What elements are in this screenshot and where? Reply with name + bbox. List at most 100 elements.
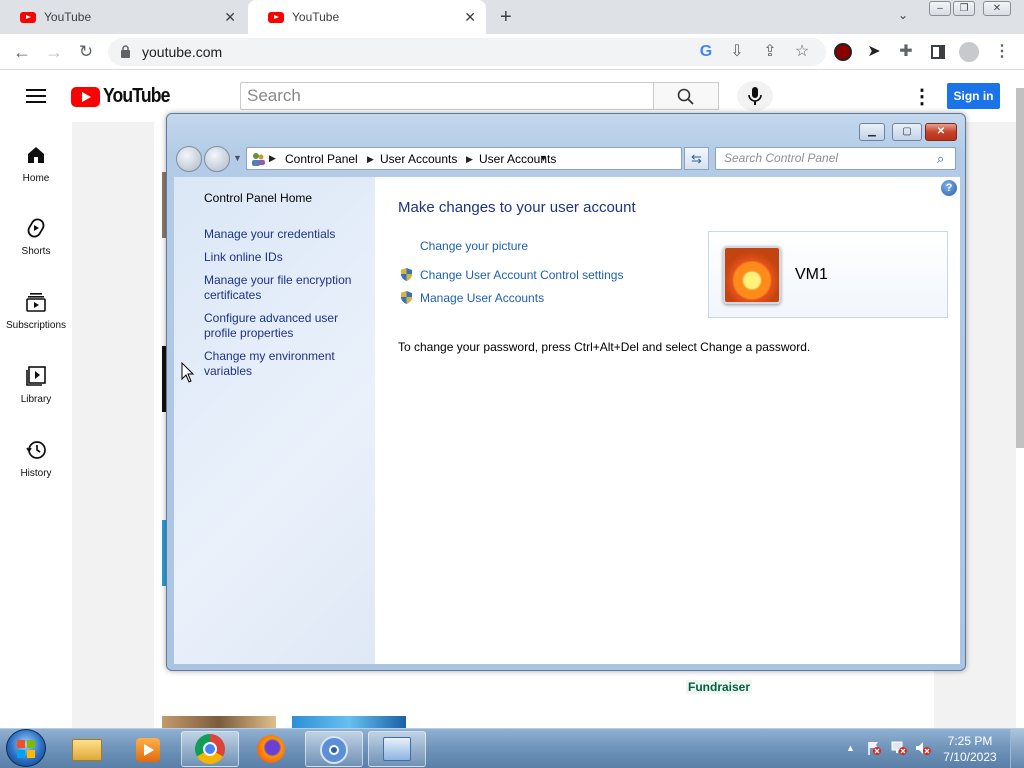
cp-maximize-button[interactable]: ▢ [892, 123, 922, 141]
browser-tab-1[interactable]: YouTube ✕ [0, 0, 246, 34]
uac-shield-icon [401, 268, 412, 281]
change-picture-link[interactable]: Change your picture [420, 239, 528, 253]
extension-record-icon[interactable] [834, 43, 852, 61]
refresh-icon[interactable]: ⇆ [684, 147, 709, 170]
cp-minimize-button[interactable]: ▁ [859, 123, 885, 141]
install-icon[interactable]: ⇩ [727, 42, 747, 62]
close-tab-icon[interactable]: ✕ [464, 9, 476, 26]
voice-search-button[interactable] [737, 81, 773, 111]
shorts-icon [27, 218, 45, 238]
environment-variables-link[interactable]: Change my environment variables [204, 349, 354, 379]
breadcrumb-user-accounts[interactable]: User Accounts [380, 152, 457, 166]
url-text[interactable]: youtube.com [142, 44, 222, 60]
sidebar-item-label: Home [22, 173, 50, 184]
back-arrow-icon[interactable]: ← [12, 42, 32, 62]
youtube-search-input[interactable]: Search [240, 82, 654, 110]
library-icon [26, 366, 46, 386]
search-icon[interactable]: ⌕ [937, 151, 944, 167]
uac-settings-link[interactable]: Change User Account Control settings [420, 268, 623, 282]
network-icon[interactable] [890, 740, 908, 756]
video-thumbnail[interactable] [162, 716, 276, 728]
sidebar-item-label: History [20, 468, 52, 479]
clock-date: 7/10/2023 [943, 750, 997, 764]
show-desktop-button[interactable] [1010, 729, 1024, 768]
tab-search-chevron-icon[interactable]: ⌄ [898, 8, 908, 22]
tab-title: YouTube [292, 10, 340, 24]
youtube-favicon-icon [268, 11, 284, 23]
taskbar-clock[interactable]: 7:25 PM 7/10/2023 [936, 733, 1004, 765]
page-title: Make changes to your user account [398, 199, 636, 216]
cp-search-input[interactable]: Search Control Panel [715, 147, 956, 170]
breadcrumb-arrow-icon: ▶ [269, 153, 276, 163]
taskbar-firefox[interactable] [243, 731, 301, 767]
share-icon[interactable]: ⇪ [760, 42, 780, 62]
hamburger-menu-icon[interactable] [26, 88, 46, 104]
recent-pages-chevron-icon[interactable]: ▼ [233, 153, 242, 163]
sidebar-item-shorts[interactable]: Shorts [0, 216, 72, 257]
help-icon[interactable]: ? [941, 180, 957, 196]
action-center-flag-icon[interactable] [866, 740, 882, 756]
profile-avatar-icon[interactable] [959, 42, 979, 62]
browser-restore-button[interactable]: ❐ [953, 1, 975, 16]
control-panel-home-link[interactable]: Control Panel Home [204, 191, 312, 206]
taskbar-media-player[interactable] [120, 731, 178, 767]
tab-title: YouTube [44, 10, 92, 24]
browser-minimize-button[interactable]: – [929, 1, 951, 16]
sidebar-item-library[interactable]: Library [0, 364, 72, 405]
taskbar-chromium[interactable] [305, 731, 363, 767]
close-tab-icon[interactable]: ✕ [224, 9, 236, 26]
start-button[interactable] [6, 729, 46, 767]
browser-tab-2[interactable]: YouTube ✕ [248, 0, 486, 34]
cp-task-pane: Control Panel Home Manage your credentia… [174, 177, 375, 664]
link-online-ids-link[interactable]: Link online IDs [204, 250, 283, 265]
subscriptions-icon [26, 293, 46, 312]
youtube-logo[interactable]: YouTube [71, 85, 179, 108]
volume-muted-icon[interactable] [914, 740, 932, 756]
chrome-menu-icon[interactable]: ⋮ [992, 42, 1012, 62]
windows-logo-icon [17, 740, 35, 758]
sidebar-item-label: Subscriptions [5, 320, 67, 331]
new-tab-button[interactable]: + [500, 6, 512, 29]
page-scrollbar[interactable] [1016, 88, 1024, 448]
manage-encryption-certificates-link[interactable]: Manage your file encryption certificates [204, 273, 364, 303]
advanced-profile-properties-link[interactable]: Configure advanced user profile properti… [204, 311, 354, 341]
user-accounts-icon [252, 153, 265, 166]
fundraiser-badge[interactable]: Fundraiser [686, 680, 753, 694]
lock-icon [120, 45, 131, 58]
reload-icon[interactable]: ↻ [76, 42, 96, 62]
show-hidden-icons-icon[interactable]: ▲ [846, 743, 855, 753]
taskbar-chrome[interactable] [181, 731, 239, 767]
media-player-icon [136, 738, 160, 762]
forward-arrow-icon[interactable]: → [44, 42, 64, 62]
taskbar-explorer[interactable] [58, 731, 116, 767]
clock-time: 7:25 PM [947, 734, 993, 748]
extensions-puzzle-icon[interactable]: ✚ [896, 42, 916, 62]
video-thumbnail[interactable] [292, 716, 406, 728]
side-panel-icon[interactable] [931, 45, 945, 59]
breadcrumb-control-panel[interactable]: Control Panel [285, 152, 358, 166]
cp-close-button[interactable]: ✕ [925, 123, 957, 141]
sidebar-item-subscriptions[interactable]: Subscriptions [0, 290, 72, 331]
account-picture-flower[interactable] [723, 246, 781, 304]
sign-in-button[interactable]: Sign in [947, 83, 1000, 109]
cp-back-button[interactable] [176, 146, 202, 172]
mouse-cursor-icon [181, 362, 195, 383]
youtube-settings-menu-icon[interactable]: ⋮ [912, 84, 932, 109]
sidebar-item-history[interactable]: History [0, 438, 72, 479]
google-icon[interactable]: G [696, 42, 716, 62]
taskbar-control-panel[interactable] [368, 731, 426, 767]
manage-user-accounts-link[interactable]: Manage User Accounts [420, 291, 544, 305]
bookmark-star-icon[interactable]: ☆ [792, 42, 812, 62]
sidebar-item-home[interactable]: Home [0, 143, 72, 184]
breadcrumb-arrow-icon: ▶ [466, 154, 473, 164]
cp-forward-button[interactable] [204, 146, 230, 172]
password-hint-text: To change your password, press Ctrl+Alt+… [398, 340, 811, 354]
cursor-extension-icon[interactable]: ➤ [864, 42, 884, 62]
youtube-search-button[interactable] [653, 82, 719, 110]
manage-credentials-link[interactable]: Manage your credentials [204, 227, 335, 242]
folder-icon [72, 739, 102, 761]
uac-shield-icon [401, 291, 412, 304]
browser-close-button[interactable]: ✕ [983, 1, 1011, 16]
breadcrumb-user-accounts-current[interactable]: User Accounts [479, 152, 556, 166]
chrome-icon [195, 734, 225, 764]
